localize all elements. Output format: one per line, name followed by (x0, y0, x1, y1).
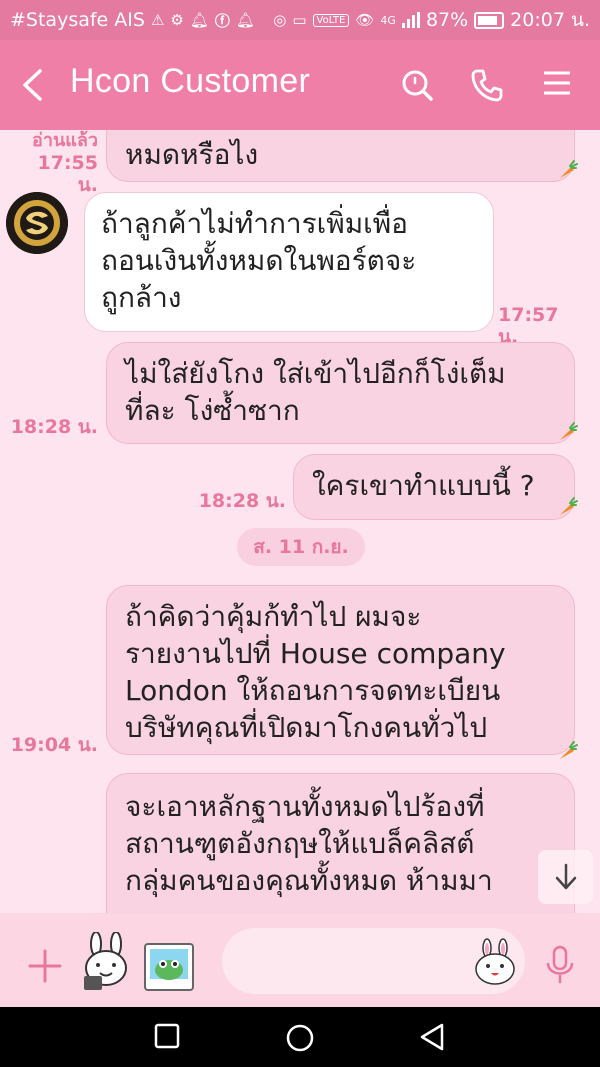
status-bar: #Staysafe AIS ⚠ ⚙ 🔔︎ ⓕ 🔔︎ ◎ ▭ VoLTE 👁︎ 4… (0, 0, 600, 40)
message-bubble-outgoing[interactable]: ใครเขาทำแบบนี้ ? (293, 454, 575, 520)
message-bubble-outgoing[interactable]: ถ้าคิดว่าคุ้มก้ทำไป ผมจะ รายงานไปที่ Hou… (106, 585, 575, 755)
battery-icon (474, 11, 505, 29)
scroll-to-bottom-button[interactable] (538, 850, 593, 904)
recent-apps-icon[interactable] (153, 1022, 181, 1050)
message-bubble-outgoing[interactable]: จะเอาหลักฐานทั้งหมดไปร้องที่ สถานฑูตอังก… (106, 773, 575, 913)
network-type-label: 4G (380, 13, 396, 27)
message-text-line: ถ้าลูกค้าไม่ทำการเพิ่มเพื่อ (101, 207, 409, 240)
carrot-read-icon (560, 741, 578, 759)
cast-icon: ▭ (292, 11, 307, 29)
mic-icon[interactable] (545, 945, 575, 985)
chat-messages[interactable]: อ่านแล้ว 17:55 น. หมดหรือไง ถ้าลูกค้าไม่… (0, 130, 600, 913)
clock: 20:07 น. (510, 9, 590, 31)
message-text-line: ใครเขาทำแบบนี้ ? (312, 469, 535, 502)
chat-title: Hcon Customer (70, 62, 311, 100)
bell-icon: 🔔︎ (189, 11, 209, 29)
settings-notification-icon: ⚙ (170, 11, 184, 29)
message-text-line: London ให้ถอนการจดทะเบียน (125, 674, 501, 707)
message-bubble-outgoing[interactable]: หมดหรือไง (106, 130, 575, 182)
message-text-line: ไม่ใส่ยังโกง ใส่เข้าไปอีกก็โง่เต็ม (125, 357, 506, 390)
phone-icon[interactable] (470, 68, 504, 102)
message-text-line: สถานฑูตอังกฤษให้แบล็คลิสต์ (125, 827, 475, 860)
message-text-line: รายงานไปที่ House company (125, 637, 506, 670)
back-arrow-icon[interactable] (20, 68, 44, 102)
message-text-line: จะเอาหลักฐานทั้งหมดไปร้องที่ (125, 790, 485, 823)
sticker-icon[interactable] (78, 932, 134, 994)
home-icon[interactable] (284, 1022, 316, 1054)
contact-avatar[interactable] (6, 192, 68, 254)
eye-icon: 👁︎ (355, 11, 375, 29)
message-bubble-outgoing[interactable]: ไม่ใส่ยังโกง ใส่เข้าไปอีกก็โง่เต็ม ที่ละ… (106, 342, 575, 444)
facebook-icon: ⓕ (214, 11, 230, 30)
plus-icon[interactable] (27, 948, 63, 984)
message-time: 19:04 น. (10, 734, 98, 756)
system-navigation-bar (0, 1007, 600, 1067)
message-text-line: ถอนเงินทั้งหมดในพอร์ตจะ (101, 244, 417, 277)
back-icon[interactable] (418, 1022, 446, 1052)
date-divider: ส. 11 ก.ย. (237, 528, 365, 566)
photo-icon[interactable] (143, 942, 195, 992)
menu-icon[interactable] (542, 68, 572, 98)
message-meta: อ่านแล้ว 17:55 น. (12, 130, 98, 196)
carrot-read-icon (560, 497, 578, 515)
message-text-line: บริษัทคุณที่เปิดมาโกงคนทั่วไป (125, 711, 488, 744)
message-text-line: หมดหรือไง (125, 138, 259, 171)
hotspot-icon: ◎ (273, 11, 287, 29)
message-bubble-incoming[interactable]: ถ้าลูกค้าไม่ทำการเพิ่มเพื่อ ถอนเงินทั้งห… (84, 192, 494, 332)
bell-icon-2: 🔔︎ (235, 11, 255, 29)
warning-icon: ⚠ (150, 11, 165, 29)
message-text-line: ที่ละ โง่ซ้ำซาก (125, 394, 300, 427)
carrier-label: #Staysafe AIS (10, 9, 145, 31)
chat-header: Hcon Customer (0, 40, 600, 130)
message-time: 18:28 น. (10, 416, 98, 438)
battery-percent: 87% (425, 9, 469, 31)
signal-icon (401, 12, 420, 28)
message-text-line: ถ้าคิดว่าคุ้มก้ทำไป ผมจะ (125, 600, 422, 633)
search-icon[interactable] (400, 68, 434, 102)
read-label: อ่านแล้ว (32, 130, 98, 151)
message-time: 18:28 น. (198, 490, 286, 512)
message-text-line: กลุ่มคนของคุณทั้งหมด ห้ามมา (125, 864, 493, 897)
emoji-icon[interactable] (473, 938, 517, 986)
carrot-read-icon (560, 160, 578, 178)
message-time: 17:55 น. (37, 152, 98, 196)
message-text-line: ถูกล้าง (101, 281, 182, 314)
carrot-read-icon (560, 422, 578, 440)
volte-icon: VoLTE (312, 13, 350, 27)
arrow-down-icon (555, 863, 576, 890)
